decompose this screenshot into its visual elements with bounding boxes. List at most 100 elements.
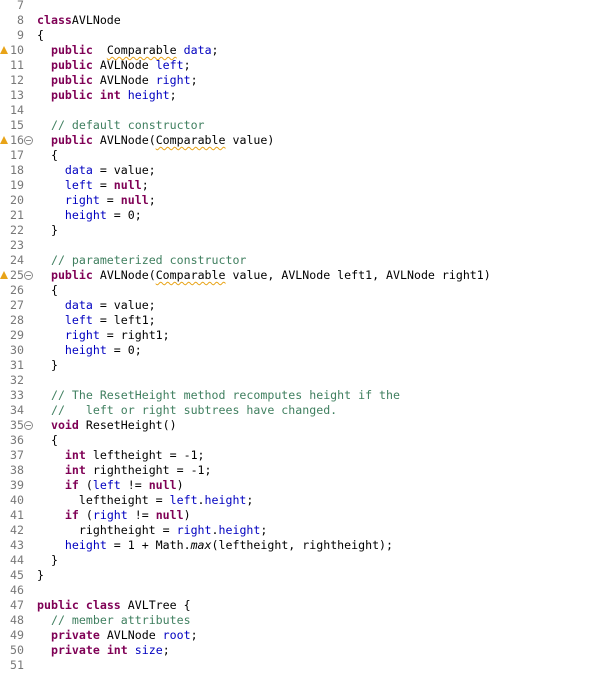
- code-line[interactable]: 30 height = 0;: [0, 343, 606, 358]
- keyword: public: [50, 88, 93, 102]
- code-line[interactable]: 23: [0, 238, 606, 253]
- code-line[interactable]: 12 public AVLNode right;: [0, 73, 606, 88]
- code-line[interactable]: 48 // member attributes: [0, 613, 606, 628]
- comment: // The ResetHeight method recomputes hei…: [50, 388, 400, 402]
- code-token: AVLNode: [92, 73, 156, 87]
- code-text: // The ResetHeight method recomputes hei…: [37, 388, 400, 403]
- code-text: public AVLNode left;: [37, 58, 191, 73]
- code-line[interactable]: 32: [0, 373, 606, 388]
- line-number: 20: [10, 193, 24, 207]
- code-line[interactable]: 49 private AVLNode root;: [0, 628, 606, 643]
- line-number: 39: [10, 478, 24, 492]
- field-name: data: [64, 298, 93, 312]
- code-line[interactable]: 50 private int size;: [0, 643, 606, 658]
- code-line[interactable]: 29 right = right1;: [0, 328, 606, 343]
- field-name: left: [64, 178, 93, 192]
- code-text: // default constructor: [37, 118, 205, 133]
- line-number: 46: [10, 583, 24, 597]
- code-text: {: [37, 148, 58, 163]
- code-line[interactable]: 9{: [0, 28, 606, 43]
- code-line[interactable]: 41 if (right != null): [0, 508, 606, 523]
- code-line[interactable]: 21 height = 0;: [0, 208, 606, 223]
- code-line[interactable]: 18 data = value;: [0, 163, 606, 178]
- code-token: ;: [141, 178, 149, 192]
- field-name: height: [204, 493, 247, 507]
- code-line[interactable]: 25 public AVLNode(Comparable value, AVLN…: [0, 268, 606, 283]
- code-token: leftheight = -1;: [85, 448, 205, 462]
- line-number: 33: [10, 388, 24, 402]
- code-line[interactable]: 34 // left or right subtrees have change…: [0, 403, 606, 418]
- warning-underlined-type: Comparable: [155, 268, 226, 282]
- line-number: 30: [10, 343, 24, 357]
- line-number: 35: [10, 418, 24, 432]
- code-line[interactable]: 26 {: [0, 283, 606, 298]
- code-line[interactable]: 33 // The ResetHeight method recomputes …: [0, 388, 606, 403]
- keyword: private: [50, 643, 100, 657]
- collapse-fold-icon[interactable]: [24, 136, 33, 145]
- code-line[interactable]: 24 // parameterized constructor: [0, 253, 606, 268]
- code-line[interactable]: 36 {: [0, 433, 606, 448]
- code-token: {: [37, 283, 58, 297]
- code-line[interactable]: 47 public class AVLTree {: [0, 598, 606, 613]
- field-name: root: [162, 628, 191, 642]
- code-text: }: [37, 553, 58, 568]
- collapse-fold-icon[interactable]: [24, 421, 33, 430]
- collapse-fold-icon[interactable]: [24, 271, 33, 280]
- code-token: = right1;: [99, 328, 170, 342]
- code-line[interactable]: 17 {: [0, 148, 606, 163]
- field-name: height: [64, 538, 107, 552]
- code-line[interactable]: 35 void ResetHeight(): [0, 418, 606, 433]
- code-line[interactable]: 22 }: [0, 223, 606, 238]
- code-token: ;: [183, 58, 191, 72]
- code-line[interactable]: 11 public AVLNode left;: [0, 58, 606, 73]
- comment: // default constructor: [50, 118, 205, 132]
- code-line[interactable]: 38 int rightheight = -1;: [0, 463, 606, 478]
- code-line[interactable]: 10 public Comparable data;: [0, 43, 606, 58]
- code-line[interactable]: 44 }: [0, 553, 606, 568]
- code-line[interactable]: 45}: [0, 568, 606, 583]
- code-text: leftheight = left.height;: [37, 493, 254, 508]
- code-line[interactable]: 43 height = 1 + Math.max(leftheight, rig…: [0, 538, 606, 553]
- code-line[interactable]: 8 classAVLNode: [0, 13, 606, 28]
- code-token: ;: [162, 643, 170, 657]
- code-token: ): [176, 478, 184, 492]
- code-line[interactable]: 19 left = null;: [0, 178, 606, 193]
- code-token: }: [37, 223, 58, 237]
- code-token: rightheight =: [37, 523, 177, 537]
- code-editor[interactable]: 7 8 classAVLNode 9{10 public Comparable dat…: [0, 0, 606, 672]
- field-name: right: [92, 508, 128, 522]
- code-line[interactable]: 16 public AVLNode(Comparable value): [0, 133, 606, 148]
- code-line[interactable]: 13 public int height;: [0, 88, 606, 103]
- code-line[interactable]: 42 rightheight = right.height;: [0, 523, 606, 538]
- keyword: void: [50, 418, 79, 432]
- field-name: left: [155, 58, 184, 72]
- code-line[interactable]: 37 int leftheight = -1;: [0, 448, 606, 463]
- warning-underlined-type: Comparable: [106, 43, 177, 57]
- code-line[interactable]: 40 leftheight = left.height;: [0, 493, 606, 508]
- code-text: data = value;: [37, 298, 156, 313]
- code-line[interactable]: 27 data = value;: [0, 298, 606, 313]
- code-line[interactable]: 46: [0, 583, 606, 598]
- code-token: =: [99, 193, 121, 207]
- code-line[interactable]: 31 }: [0, 358, 606, 373]
- code-line[interactable]: 39 if (left != null): [0, 478, 606, 493]
- code-line[interactable]: 14: [0, 103, 606, 118]
- code-line[interactable]: 28 left = left1;: [0, 313, 606, 328]
- code-line[interactable]: 20 right = null;: [0, 193, 606, 208]
- code-token: ;: [211, 43, 219, 57]
- line-number: 42: [10, 523, 24, 537]
- code-token: = 0;: [106, 343, 142, 357]
- code-line[interactable]: 15 // default constructor: [0, 118, 606, 133]
- keyword: public: [50, 43, 93, 57]
- code-line[interactable]: 7: [0, 0, 606, 13]
- code-token: ;: [190, 628, 198, 642]
